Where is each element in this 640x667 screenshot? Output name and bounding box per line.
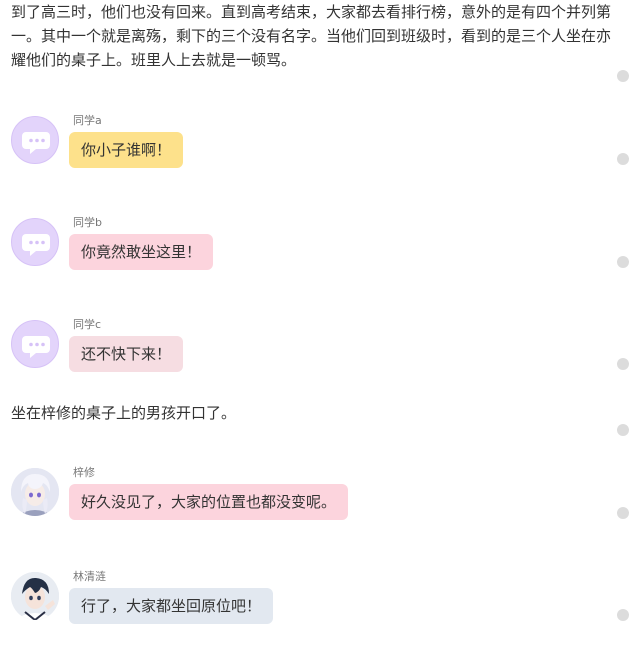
paragraph-marker-dot[interactable] <box>617 609 629 621</box>
white-hair-anime-avatar-icon[interactable] <box>11 468 59 516</box>
dark-hair-anime-avatar-icon[interactable] <box>11 572 59 620</box>
paragraph-marker-dot[interactable] <box>617 153 629 165</box>
paragraph-marker-dot[interactable] <box>617 256 629 268</box>
sender-name: 同学a <box>73 114 102 127</box>
default-chat-avatar-icon[interactable] <box>11 116 59 164</box>
chat-message: 同学c 还不快下来！ <box>11 318 571 388</box>
message-bubble: 你小子谁啊！ <box>69 132 184 168</box>
default-chat-avatar-icon[interactable] <box>11 320 59 368</box>
default-chat-avatar-icon[interactable] <box>11 218 59 266</box>
sender-name: 同学b <box>73 216 102 229</box>
sender-name: 林清涟 <box>73 570 106 583</box>
narration-intro: 到了高三时，他们也没有回来。直到高考结束，大家都去看排行榜，意外的是有四个并列第… <box>11 3 612 69</box>
paragraph-marker-dot[interactable] <box>617 424 629 436</box>
chat-message: 林清涟 行了，大家都坐回原位吧！ <box>11 570 571 640</box>
chat-message: 同学a 你小子谁啊！ <box>11 114 571 184</box>
chat-message: 同学b 你竟然敢坐这里！ <box>11 216 571 286</box>
message-bubble: 还不快下来！ <box>69 336 184 372</box>
paragraph-marker-dot[interactable] <box>617 358 629 370</box>
message-bubble: 行了，大家都坐回原位吧！ <box>69 588 274 624</box>
sender-name: 梓修 <box>73 466 95 479</box>
paragraph-marker-dot[interactable] <box>617 507 629 519</box>
paragraph-marker-dot[interactable] <box>617 70 629 82</box>
message-bubble: 好久没见了，大家的位置也都没变呢。 <box>69 484 349 520</box>
narration-mid: 坐在梓修的桌子上的男孩开口了。 <box>11 404 237 422</box>
chat-message: 梓修 好久没见了，大家的位置也都没变呢。 <box>11 466 571 536</box>
sender-name: 同学c <box>73 318 102 331</box>
message-bubble: 你竟然敢坐这里！ <box>69 234 214 270</box>
